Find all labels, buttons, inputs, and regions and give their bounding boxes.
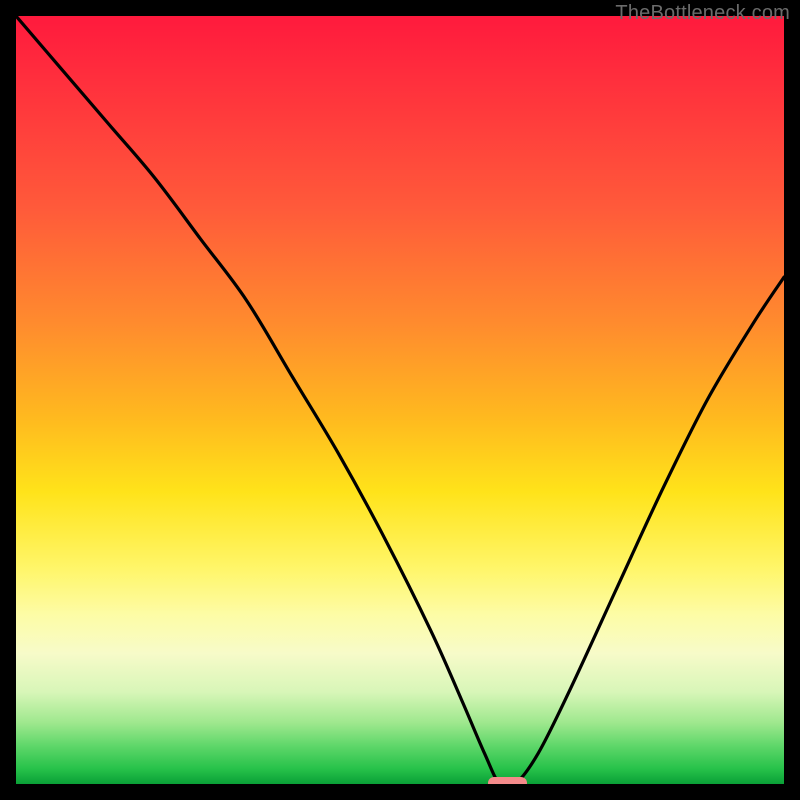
curve-path — [16, 16, 784, 784]
chart-frame: TheBottleneck.com — [0, 0, 800, 800]
optimal-marker — [488, 777, 526, 784]
bottleneck-curve — [16, 16, 784, 784]
watermark-text: TheBottleneck.com — [615, 2, 790, 25]
plot-area — [16, 16, 784, 784]
